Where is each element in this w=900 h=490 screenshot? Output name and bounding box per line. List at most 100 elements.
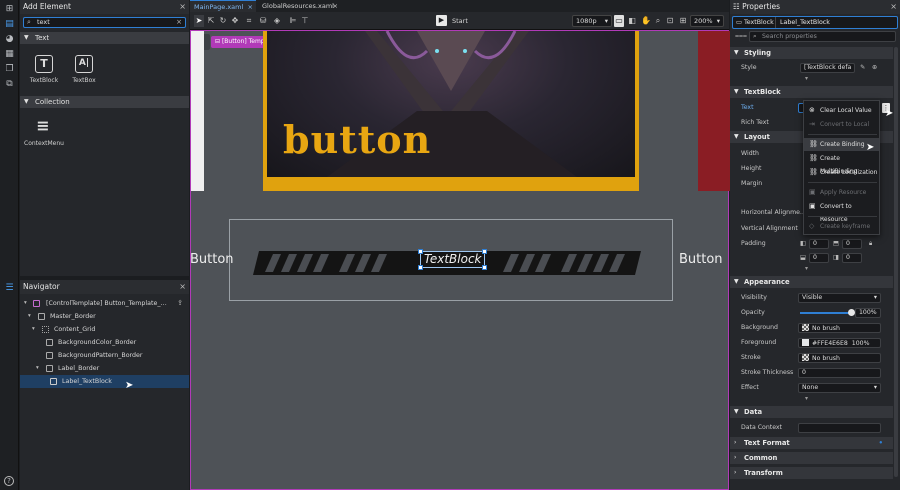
tree-item[interactable]: ▾ Content_Grid <box>20 323 189 336</box>
opacity-slider[interactable] <box>800 309 855 316</box>
actual-size-icon[interactable]: ⊞ <box>678 15 688 27</box>
opacity-field[interactable]: 100% <box>855 308 881 318</box>
export-icon[interactable]: ⇪ <box>177 297 183 310</box>
add-icon[interactable]: ⊕ <box>872 60 877 75</box>
textblock-preview: TextBlock <box>424 252 482 266</box>
resolution-select[interactable]: 1080p ▾ <box>572 15 612 27</box>
design-canvas[interactable]: ⌂ ⊟ [Button] Template▾ button Button But… <box>190 30 730 490</box>
toggle-panel-icon[interactable]: ◧ <box>627 15 637 27</box>
start-button[interactable]: Start <box>452 15 468 27</box>
section-textblock[interactable]: ▼ TextBlock <box>730 86 893 98</box>
padding-bottom-field[interactable]: 0 <box>809 253 829 263</box>
pages-icon[interactable]: ❐ <box>4 64 15 74</box>
style-field[interactable]: [TextBlock defa <box>800 63 855 73</box>
search-input[interactable]: ⌕ text × <box>23 17 186 28</box>
section-text[interactable]: ▼ Text <box>20 32 189 44</box>
tree-item-selected[interactable]: Label_TextBlock <box>20 375 189 388</box>
foreground-field[interactable]: #FFE4E6E8 100% <box>798 338 881 348</box>
effect-select[interactable]: None ▾ <box>798 383 881 393</box>
palette-icon[interactable]: ◕ <box>4 34 15 44</box>
direct-select-icon[interactable]: ⇱ <box>206 15 216 27</box>
section-appearance[interactable]: ▼ Appearance <box>730 276 893 288</box>
tile-contextmenu[interactable]: ≡ ContextMenu <box>24 118 64 148</box>
chevron-down-icon[interactable]: ▾ <box>28 310 31 323</box>
navigator-icon[interactable]: ☰ <box>4 283 15 293</box>
expand-more-icon[interactable]: ▾ <box>805 265 808 272</box>
expand-more-icon[interactable]: ▾ <box>805 75 808 82</box>
tree-item[interactable]: ▾ Master_Border <box>20 310 189 323</box>
section-transform[interactable]: › Transform <box>730 467 893 479</box>
scale-tool-icon[interactable]: ✥ <box>230 15 240 27</box>
background-field[interactable]: No brush <box>798 323 881 333</box>
resize-handle[interactable] <box>482 265 487 270</box>
textblock-selection[interactable]: TextBlock <box>418 249 487 270</box>
stroke-field[interactable]: No brush <box>798 353 881 363</box>
paint-tool-icon[interactable]: ⛁ <box>258 15 268 27</box>
tile-textbox[interactable]: A| TextBox <box>65 55 103 84</box>
section-common[interactable]: › Common <box>730 452 893 464</box>
template-icon: ⊟ <box>215 38 222 45</box>
tab-globalresources[interactable]: GlobalResources.xaml × <box>258 0 341 12</box>
help-icon[interactable]: ? <box>4 476 14 486</box>
resize-handle[interactable] <box>482 249 487 254</box>
tree-item[interactable]: BackgroundColor_Border <box>20 336 189 349</box>
stroke-thickness-field[interactable]: 0 <box>798 368 881 378</box>
section-data[interactable]: ▼ Data <box>730 406 893 418</box>
menu-item-clear-local-value[interactable]: ⊗ Clear Local Value <box>804 104 879 117</box>
close-icon[interactable]: × <box>179 280 186 294</box>
lock-icon[interactable]: 🔒︎ <box>869 236 872 251</box>
play-icon[interactable]: ▶ <box>436 15 447 26</box>
section-text-format[interactable]: › Text Format • <box>730 437 893 449</box>
data-context-field[interactable] <box>798 423 881 433</box>
zoom-select[interactable]: 200% ▾ <box>690 15 724 27</box>
scrollbar[interactable] <box>894 47 898 477</box>
align-left-icon[interactable]: ⊫ <box>288 15 298 27</box>
device-preview-icon[interactable]: ▭ <box>614 15 624 27</box>
resize-handle[interactable] <box>418 265 423 270</box>
rotate-tool-icon[interactable]: ↻ <box>218 15 228 27</box>
tab-mainpage[interactable]: MainPage.xaml × <box>190 0 256 12</box>
align-top-icon[interactable]: ⊤ <box>300 15 310 27</box>
opacity-thumb[interactable] <box>848 309 855 316</box>
menu-item-apply-resource: ▣ Apply Resource <box>804 186 879 199</box>
tile-textblock[interactable]: T TextBlock <box>25 55 63 84</box>
element-name-field[interactable]: ▭ TextBlock Label_TextBlock <box>732 16 898 29</box>
resources-icon[interactable]: ⧉ <box>4 79 15 89</box>
fill-tool-icon[interactable]: ◈ <box>272 15 282 27</box>
close-icon[interactable]: × <box>179 0 186 14</box>
insert-icon[interactable]: ⊞ <box>4 4 15 14</box>
clear-search-icon[interactable]: × <box>176 18 182 27</box>
tree-item[interactable]: ▾ [ControlTemplate] Button_Template_… ⇪ <box>20 297 189 310</box>
padding-top-field[interactable]: 0 <box>842 239 862 249</box>
padding-left-field[interactable]: 0 <box>809 239 829 249</box>
tree-item[interactable]: ▾ Label_Border <box>20 362 189 375</box>
padding-right-field[interactable]: 0 <box>842 253 862 263</box>
property-search[interactable]: ⌕ Search properties <box>749 31 896 42</box>
menu-item-convert-to-resource[interactable]: ▣ Convert to Resource <box>804 200 879 223</box>
section-collection[interactable]: ▼ Collection <box>20 96 189 108</box>
close-icon[interactable]: × <box>890 0 897 14</box>
crop-tool-icon[interactable]: ⌗ <box>244 15 254 27</box>
menu-item-create-localization[interactable]: ⛓ Create Localization <box>804 166 879 179</box>
chevron-down-icon[interactable]: ▾ <box>36 362 39 375</box>
resize-handle[interactable] <box>418 249 423 254</box>
tree-item[interactable]: BackgroundPattern_Border <box>20 349 189 362</box>
menu-item-create-multibinding[interactable]: ⛓ Create MultiBinding <box>804 152 879 175</box>
divider <box>775 17 776 28</box>
chevron-down-icon[interactable]: ▾ <box>32 323 35 336</box>
section-styling[interactable]: ▼ Styling <box>730 47 893 59</box>
zoom-icon[interactable]: ⌕ <box>653 15 663 27</box>
layers-icon[interactable]: ▤ <box>4 19 15 29</box>
expand-more-icon[interactable]: ▾ <box>805 395 808 402</box>
fit-screen-icon[interactable]: ⊡ <box>665 15 675 27</box>
tree-label: Label_Border <box>58 365 100 372</box>
chevron-down-icon[interactable]: ▾ <box>24 297 27 310</box>
pan-hand-icon[interactable]: ✋ <box>641 15 651 27</box>
filter-icon[interactable]: ⩶ <box>735 32 747 41</box>
edit-icon[interactable]: ✎ <box>860 60 865 75</box>
media-icon[interactable]: ▦ <box>4 49 15 59</box>
element-type: ▭ TextBlock <box>736 19 774 26</box>
select-tool-icon[interactable]: ➤ <box>194 15 204 27</box>
close-icon[interactable]: × <box>333 0 338 12</box>
visibility-select[interactable]: Visible ▾ <box>798 293 881 303</box>
